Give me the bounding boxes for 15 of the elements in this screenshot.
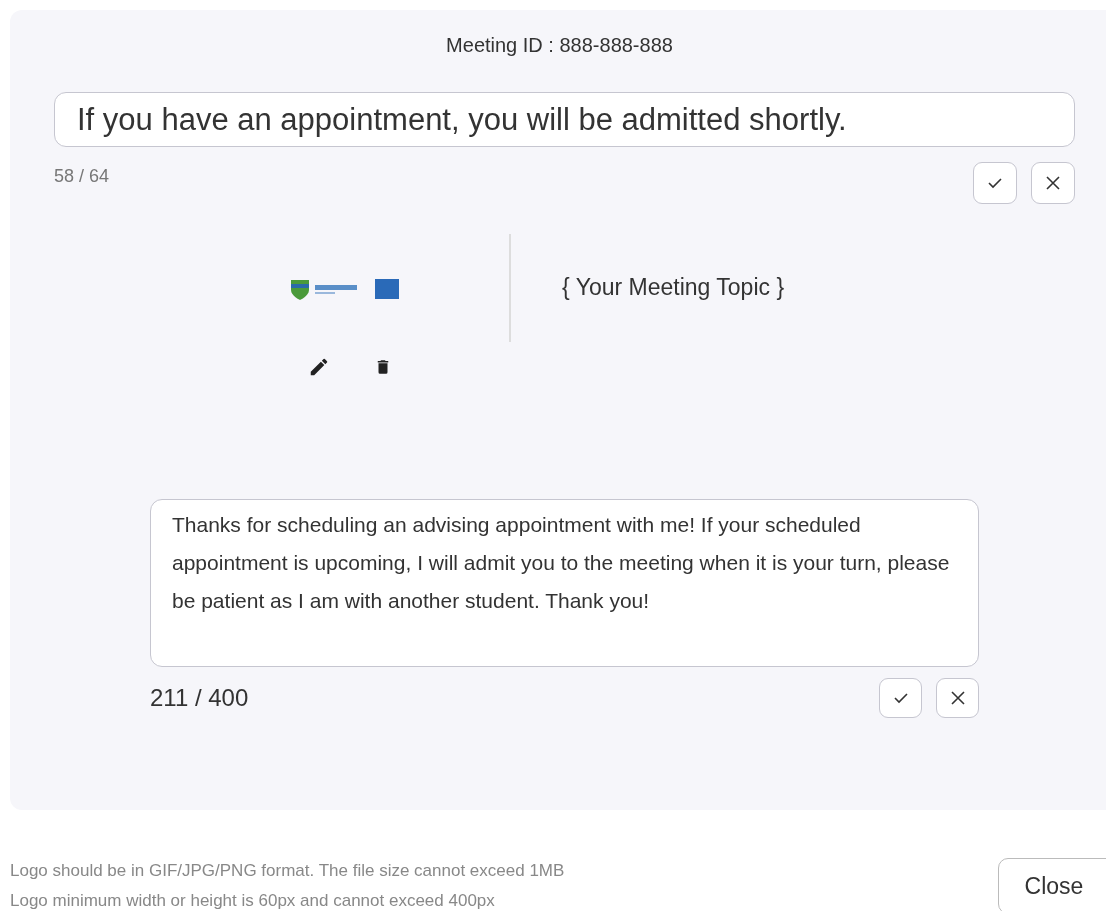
title-field[interactable]: If you have an appointment, you will be admitted shortly. xyxy=(54,92,1075,147)
meeting-topic: { Your Meeting Topic } xyxy=(562,274,785,301)
hint-text: Logo minimum width or height is 60px and cannot exceed 400px xyxy=(10,890,496,911)
character-counter: 211 / 400 xyxy=(150,684,249,712)
hint-text: Logo should be in GIF/JPG/PNG format. The file size cannot exceed 1MB xyxy=(10,860,565,882)
cancel-button[interactable] xyxy=(1031,162,1075,204)
close-icon xyxy=(950,691,965,705)
character-counter: 58 / 64 xyxy=(54,166,110,187)
message-field[interactable]: Thanks for scheduling an advising appointment with me! If your scheduled appointment is upcoming, I will admit you to the meeting when it is your turn, please be patient as I am with another student. Thank you! xyxy=(150,499,979,667)
close-icon xyxy=(1046,176,1060,190)
check-icon xyxy=(893,692,908,704)
close-button[interactable]: Close xyxy=(998,858,1106,911)
cancel-button[interactable] xyxy=(936,678,979,718)
meeting-id: Meeting ID : 888-888-888 xyxy=(445,33,674,58)
check-icon xyxy=(988,177,1002,189)
